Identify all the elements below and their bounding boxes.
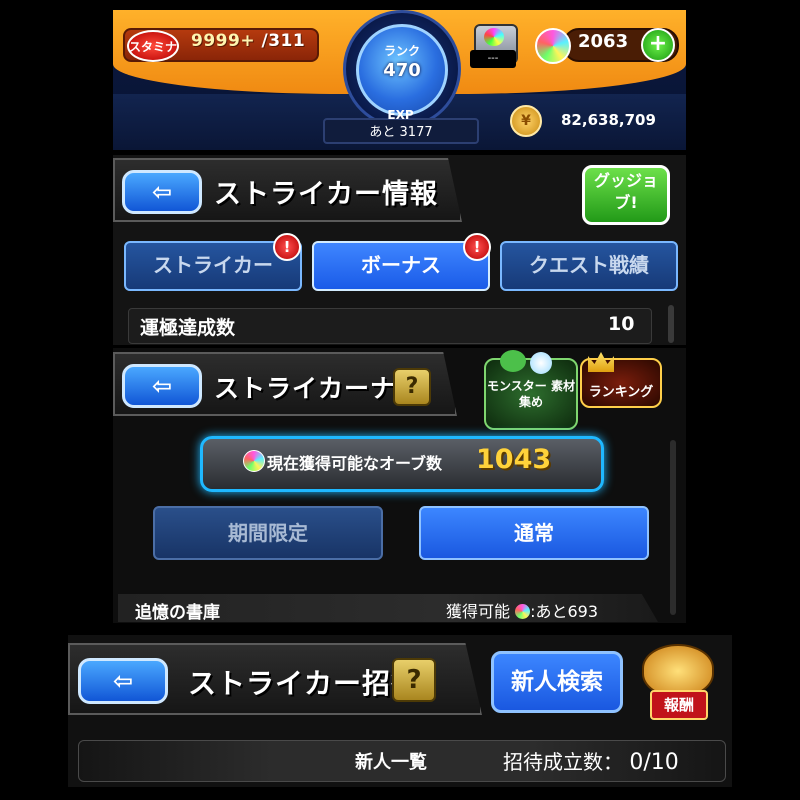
- section-title: ストライカー招待: [188, 667, 421, 700]
- available-orbs-label: 現在獲得可能なオーブ数: [267, 454, 443, 473]
- back-arrow-icon[interactable]: ⇦: [122, 170, 202, 214]
- orb-count: 2063: [578, 31, 629, 52]
- page-title: ストライカー情報: [214, 179, 438, 210]
- coin-count: 82,638,709: [561, 111, 656, 129]
- available-orbs-value: 1043: [476, 444, 552, 475]
- orb-icon: [535, 28, 571, 64]
- coin-icon: ¥: [510, 105, 542, 137]
- scrollbar[interactable]: [670, 440, 676, 615]
- orb-icon: [530, 352, 552, 374]
- tab-quest-record[interactable]: クエスト戦績: [500, 241, 678, 291]
- stat-row-value: 10: [608, 313, 635, 335]
- rank-label: ランク: [383, 44, 420, 58]
- good-job-label: グッジョブ!: [593, 171, 658, 212]
- alert-icon: !: [463, 233, 491, 261]
- stamina-current: 9999+: [191, 31, 256, 51]
- rank-value: 470: [383, 60, 421, 81]
- back-arrow-icon[interactable]: ⇦: [78, 658, 168, 704]
- chest-gem-icon: [484, 28, 504, 46]
- help-icon[interactable]: ?: [392, 658, 436, 702]
- ranking-label: ランキング: [588, 385, 654, 400]
- clover-icon: [500, 350, 526, 372]
- stamina-icon: スタミナ: [127, 30, 179, 62]
- monster-collect-label: モンスター 素材集め: [487, 379, 575, 409]
- buy-orb-plus-icon[interactable]: +: [641, 28, 675, 62]
- good-job-button[interactable]: グッジョブ!: [582, 165, 670, 225]
- quest-available-prefix: 獲得可能: [446, 602, 511, 621]
- invite-count-value: 0/10: [629, 750, 679, 775]
- help-icon[interactable]: ?: [393, 368, 431, 406]
- chest-label: ---: [470, 50, 516, 68]
- stamina-max: /311: [261, 31, 306, 51]
- quest-available: 獲得可能 :あと693: [446, 598, 598, 622]
- orb-icon: [515, 604, 531, 619]
- alert-icon: !: [273, 233, 301, 261]
- stamina-value: 9999+ /311: [191, 31, 305, 51]
- stat-row-label: 運極達成数: [140, 317, 236, 339]
- exp-label: EXP: [387, 108, 414, 122]
- section-title: ストライカーナビ: [214, 374, 423, 403]
- status-bar: スタミナ 9999+ /311 ランク 470 EXP あと 3177 --- …: [113, 10, 686, 150]
- reward-label[interactable]: 報酬: [650, 690, 708, 720]
- quest-name: 追憶の書庫: [135, 603, 220, 623]
- tab-limited-time[interactable]: 期間限定: [153, 506, 383, 560]
- search-newcomer-button[interactable]: 新人検索: [491, 651, 623, 713]
- scrollbar[interactable]: [668, 305, 674, 343]
- orb-icon: [243, 450, 265, 472]
- back-arrow-icon[interactable]: ⇦: [122, 364, 202, 408]
- invite-count: 招待成立数： 0/10: [503, 746, 679, 775]
- exp-remaining: あと 3177: [369, 125, 433, 140]
- invite-count-label: 招待成立数：: [503, 750, 623, 774]
- newcomer-list-label: 新人一覧: [355, 752, 427, 773]
- tab-normal[interactable]: 通常: [419, 506, 649, 560]
- quest-available-suffix: :あと693: [530, 602, 599, 621]
